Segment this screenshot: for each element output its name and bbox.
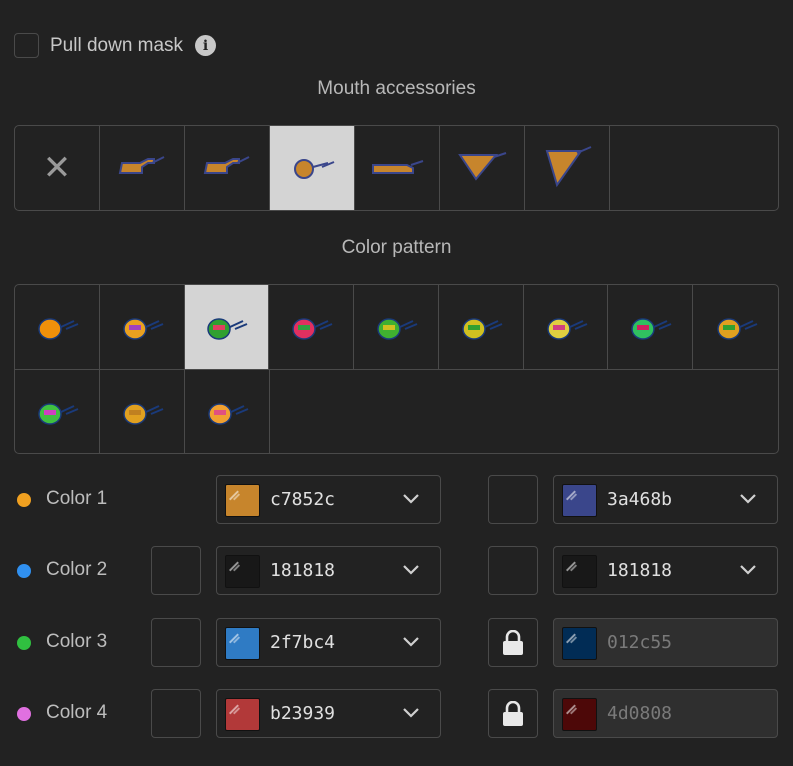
close-icon: ✕ (42, 148, 72, 188)
hex-value: 181818 (607, 560, 673, 581)
pattern-icon (38, 318, 79, 340)
color-pattern-option[interactable] (100, 285, 185, 369)
color-pattern-option[interactable] (439, 285, 524, 369)
chevron-down-icon (403, 565, 419, 575)
pattern-icon (208, 403, 249, 425)
lock-toggle-button[interactable] (488, 618, 538, 667)
lock-toggle-button[interactable] (488, 689, 538, 738)
link-toggle-box[interactable] (488, 475, 538, 524)
large-triangle-pipe-icon (545, 146, 592, 188)
color-label: Color 4 (46, 702, 108, 723)
chevron-down-icon (403, 708, 419, 718)
hex-value: 012c55 (607, 632, 673, 653)
secondary-color-dropdown[interactable]: 3a468b (553, 475, 778, 524)
color-row: Color 2 181818 181818 (0, 546, 793, 595)
mouth-none-option[interactable]: ✕ (15, 126, 100, 210)
pull-down-mask-label[interactable]: Pull down mask (50, 35, 183, 57)
mouth-accessory-option[interactable] (270, 126, 355, 210)
color-pattern-option[interactable] (185, 370, 270, 453)
lock-icon (503, 629, 523, 655)
color-swatch (562, 698, 597, 731)
color-label: Color 1 (46, 488, 108, 509)
round-pipe-icon (294, 159, 335, 179)
color-label: Color 3 (46, 631, 108, 652)
link-toggle-box[interactable] (151, 618, 201, 667)
pipe-icon (203, 156, 250, 174)
hex-value: 3a468b (607, 489, 673, 510)
link-toggle-box[interactable] (151, 689, 201, 738)
hex-value: c7852c (270, 489, 336, 510)
color-swatch (225, 484, 260, 517)
color-pattern-option[interactable] (100, 370, 185, 453)
primary-color-dropdown[interactable]: c7852c (216, 475, 441, 524)
pattern-icon (123, 403, 164, 425)
color-swatch (225, 627, 260, 660)
mouth-accessory-option[interactable] (525, 126, 610, 210)
hex-value: 181818 (270, 560, 336, 581)
mouth-accessories-grid: ✕ (14, 125, 779, 211)
color-row: Color 3 2f7bc4 012c55 (0, 618, 793, 667)
secondary-color-dropdown: 012c55 (553, 618, 778, 667)
chevron-down-icon (740, 494, 756, 504)
secondary-color-dropdown[interactable]: 181818 (553, 546, 778, 595)
color-swatch (225, 698, 260, 731)
mouth-accessory-option[interactable] (100, 126, 185, 210)
chevron-down-icon (403, 494, 419, 504)
hex-value: 4d0808 (607, 703, 673, 724)
color-pattern-option[interactable] (608, 285, 694, 369)
color-swatch (562, 555, 597, 588)
primary-color-dropdown[interactable]: b23939 (216, 689, 441, 738)
mouth-accessory-option[interactable] (185, 126, 270, 210)
mouth-accessory-option[interactable] (440, 126, 525, 210)
color-pattern-option[interactable] (354, 285, 439, 369)
color-pattern-title: Color pattern (341, 237, 452, 258)
pattern-icon (377, 318, 418, 340)
color-dot-icon (17, 493, 31, 507)
color-pattern-grid (14, 284, 779, 454)
chevron-down-icon (403, 637, 419, 647)
color-pattern-option[interactable] (524, 285, 609, 369)
pattern-icon (462, 318, 503, 340)
mouth-accessories-title: Mouth accessories (317, 78, 476, 99)
color-swatch (562, 627, 597, 660)
pattern-icon (546, 318, 587, 340)
long-pipe-icon (372, 160, 424, 174)
color-pattern-option[interactable] (184, 285, 270, 369)
pattern-icon (631, 318, 672, 340)
pull-down-mask-row: Pull down mask i (14, 33, 217, 58)
pattern-icon (292, 318, 333, 340)
mouth-accessory-option[interactable] (355, 126, 440, 210)
primary-color-dropdown[interactable]: 2f7bc4 (216, 618, 441, 667)
color-pattern-option[interactable] (15, 285, 100, 369)
hex-value: b23939 (270, 703, 336, 724)
color-row: Color 1 c7852c 3a468b (0, 475, 793, 524)
color-swatch (562, 484, 597, 517)
hex-value: 2f7bc4 (270, 632, 336, 653)
chevron-down-icon (740, 565, 756, 575)
color-label: Color 2 (46, 559, 108, 580)
color-dot-icon (17, 564, 31, 578)
pull-down-mask-checkbox[interactable] (14, 33, 39, 58)
color-pattern-option[interactable] (15, 370, 100, 453)
color-pattern-option[interactable] (693, 285, 778, 369)
link-toggle-box[interactable] (488, 546, 538, 595)
pattern-icon (207, 318, 248, 340)
color-swatch (225, 555, 260, 588)
secondary-color-dropdown: 4d0808 (553, 689, 778, 738)
color-dot-icon (17, 636, 31, 650)
primary-color-dropdown[interactable]: 181818 (216, 546, 441, 595)
link-toggle-box[interactable] (151, 546, 201, 595)
color-row: Color 4 b23939 4d0808 (0, 689, 793, 738)
lock-icon (503, 700, 523, 726)
color-pattern-option[interactable] (269, 285, 355, 369)
info-icon[interactable]: i (195, 35, 217, 56)
pattern-icon (38, 403, 79, 425)
color-dot-icon (17, 707, 31, 721)
pipe-icon (118, 156, 165, 174)
pattern-icon (122, 318, 164, 340)
triangle-pipe-icon (458, 152, 507, 181)
pattern-icon (716, 318, 758, 340)
